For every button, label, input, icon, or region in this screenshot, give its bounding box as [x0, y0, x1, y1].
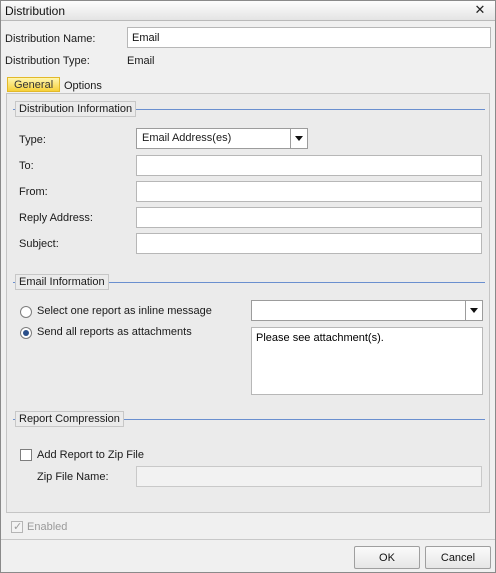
general-panel: Distribution Information Type: Email Add…: [6, 93, 490, 513]
type-select-value: Email Address(es): [142, 132, 232, 144]
zip-file-label: Add Report to Zip File: [37, 449, 144, 461]
inline-message-label: Select one report as inline message: [37, 305, 212, 317]
distribution-dialog: Distribution ✕ Distribution Name: Distri…: [0, 0, 496, 573]
tab-general[interactable]: General: [7, 77, 61, 92]
chevron-down-icon[interactable]: [290, 129, 307, 148]
enabled-checkbox: ✓: [11, 521, 23, 533]
tab-options[interactable]: Options: [58, 79, 108, 94]
distribution-type-value: Email: [127, 55, 155, 67]
close-icon[interactable]: ✕: [473, 3, 487, 17]
zip-file-name-input: [136, 466, 482, 487]
subject-input[interactable]: [136, 233, 482, 254]
footer-divider: [1, 539, 495, 540]
inline-report-select[interactable]: [251, 300, 483, 321]
attachments-radio[interactable]: [20, 327, 32, 339]
to-input[interactable]: [136, 155, 482, 176]
type-label: Type:: [19, 134, 46, 146]
message-textarea[interactable]: Please see attachment(s).: [251, 327, 483, 395]
enabled-label: Enabled: [27, 521, 68, 533]
email-info-title: Email Information: [15, 274, 109, 290]
from-label: From:: [19, 186, 48, 198]
reply-address-label: Reply Address:: [19, 212, 93, 224]
attachments-label: Send all reports as attachments: [37, 326, 192, 338]
to-label: To:: [19, 160, 34, 172]
inline-message-radio[interactable]: [20, 306, 32, 318]
cancel-button[interactable]: Cancel: [425, 546, 491, 569]
distribution-name-input[interactable]: [127, 27, 491, 48]
title-bar: Distribution ✕: [1, 1, 495, 21]
from-input[interactable]: [136, 181, 482, 202]
reply-address-input[interactable]: [136, 207, 482, 228]
zip-file-name-label: Zip File Name:: [37, 471, 109, 483]
ok-button[interactable]: OK: [354, 546, 420, 569]
window-title: Distribution: [5, 4, 66, 18]
type-select[interactable]: Email Address(es): [136, 128, 308, 149]
zip-file-checkbox[interactable]: [20, 449, 32, 461]
subject-label: Subject:: [19, 238, 59, 250]
report-compression-title: Report Compression: [15, 411, 124, 427]
distribution-info-title: Distribution Information: [15, 101, 137, 117]
distribution-name-label: Distribution Name:: [5, 33, 96, 45]
distribution-type-label: Distribution Type:: [5, 55, 90, 67]
checkmark-icon: ✓: [13, 521, 23, 533]
chevron-down-icon[interactable]: [465, 301, 482, 320]
